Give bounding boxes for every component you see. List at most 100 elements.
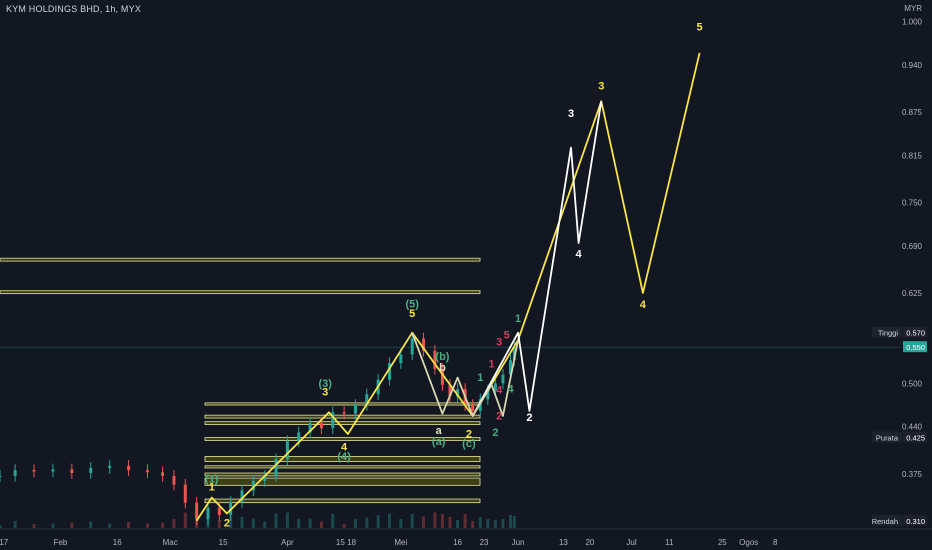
y-tick-label: 0.500 <box>902 379 923 388</box>
volume-bar <box>387 513 391 528</box>
support-zone-1 <box>204 414 481 419</box>
price-chart[interactable]: (1)12(3)34(4)(5)5(b)ba(a)2(c)12134254123… <box>0 0 932 550</box>
x-tick-label: Jun <box>512 538 525 547</box>
candle-body <box>51 469 55 472</box>
volume-bar <box>331 514 335 528</box>
wave-label: 1 <box>477 372 483 384</box>
x-tick-label: 20 <box>585 538 594 547</box>
volume-bar <box>433 512 437 528</box>
x-tick-label: Feb <box>54 538 68 547</box>
volume-bar <box>501 519 505 528</box>
wave-label: 5 <box>697 21 703 33</box>
volume-bar <box>319 521 323 528</box>
volume-bar <box>463 514 467 528</box>
volume-bar <box>0 525 2 528</box>
volume-bar <box>127 522 131 528</box>
wave-label: 3 <box>322 387 328 399</box>
candle-body <box>13 470 17 476</box>
volume-bar <box>422 516 426 528</box>
wave-label: 2 <box>526 412 532 424</box>
candle-body <box>319 423 323 429</box>
x-tick-label: 16 <box>453 538 462 547</box>
x-tick-label: 16 <box>113 538 122 547</box>
wave-label: (c) <box>462 438 476 450</box>
volume-bar <box>512 516 516 528</box>
x-tick-label: 17 <box>0 538 9 547</box>
wave-label: 1 <box>209 481 215 493</box>
wave-label: b <box>439 362 446 374</box>
volume-bar <box>183 512 187 528</box>
wave-label: 2 <box>496 411 502 423</box>
volume-bar <box>89 521 93 528</box>
wave-label: 5 <box>504 329 510 341</box>
candle-body <box>145 470 149 473</box>
volume-bar <box>172 519 176 528</box>
wave-label: 3 <box>496 337 502 349</box>
x-tick-label: 15 <box>219 538 228 547</box>
volume-bar <box>32 524 36 528</box>
resistance-zone-0 <box>0 257 481 262</box>
x-tick-label: Jul <box>626 538 636 547</box>
volume-bar <box>440 514 444 528</box>
volume-bar <box>376 515 380 528</box>
volume-bar <box>471 521 475 528</box>
x-tick-label: 15 <box>336 538 345 547</box>
wave-label: 2 <box>492 427 498 439</box>
candle-body <box>89 467 93 474</box>
volume-bar <box>365 517 369 528</box>
price-badge-value: 0.550 <box>906 343 925 352</box>
volume-bar <box>251 518 255 528</box>
candle-body <box>172 475 176 485</box>
volume-bar <box>263 521 267 528</box>
y-tick-label: 0.375 <box>902 470 923 479</box>
x-tick-label: Apr <box>281 538 294 547</box>
volume-bar <box>13 521 17 528</box>
resistance-zone-1 <box>0 290 481 295</box>
support-zone-6 <box>204 472 481 477</box>
x-tick-label: Mei <box>394 538 407 547</box>
volume-bar <box>448 517 452 528</box>
price-badge-label: Tinggi <box>878 329 898 338</box>
y-tick-label: 0.750 <box>902 199 923 208</box>
support-zone-7 <box>204 477 481 486</box>
volume-bar <box>486 519 490 528</box>
volume-bar <box>240 517 244 528</box>
x-tick-label: Mac <box>163 538 178 547</box>
volume-bar <box>285 512 289 528</box>
candle-body <box>217 507 221 515</box>
wave-label: 4 <box>576 248 583 260</box>
volume-bar <box>410 514 414 528</box>
candle-body <box>285 441 289 460</box>
candle-body <box>410 338 414 355</box>
price-badge-label: Purata <box>876 434 899 443</box>
volume-bar <box>70 522 74 528</box>
volume-bar <box>206 517 210 528</box>
price-badge-value: 0.570 <box>906 329 925 338</box>
chart-container: KYM HOLDINGS BHD, 1h, MYX MYR (1) 1 2 (3) 3 4… <box>0 0 932 550</box>
wave-label: 1 <box>489 358 495 370</box>
volume-bar <box>456 520 460 528</box>
x-tick-label: Ogos <box>739 538 758 547</box>
volume-bar <box>478 517 482 528</box>
candle-body <box>297 432 301 442</box>
y-tick-label: 0.440 <box>902 423 923 432</box>
wave-label: (a) <box>432 436 446 448</box>
y-tick-label: 0.625 <box>902 289 923 298</box>
wave-label: 4 <box>640 299 647 311</box>
wave-label: 3 <box>568 108 574 120</box>
x-tick-label: 8 <box>773 538 778 547</box>
y-tick-label: 0.815 <box>902 152 923 161</box>
price-badge-value: 0.310 <box>906 517 925 526</box>
candle-body <box>501 374 505 384</box>
volume-bar <box>108 523 112 528</box>
candle-body <box>70 469 74 474</box>
candle-body <box>161 472 165 476</box>
volume-bar <box>217 520 221 528</box>
volume-bar <box>353 519 357 528</box>
wave-label: 1 <box>515 313 521 325</box>
candle-body <box>353 405 357 414</box>
y-tick-label: 0.875 <box>902 108 923 117</box>
x-tick-label: 11 <box>665 538 674 547</box>
wave-line-0 <box>195 52 701 522</box>
candle-body <box>274 459 278 476</box>
